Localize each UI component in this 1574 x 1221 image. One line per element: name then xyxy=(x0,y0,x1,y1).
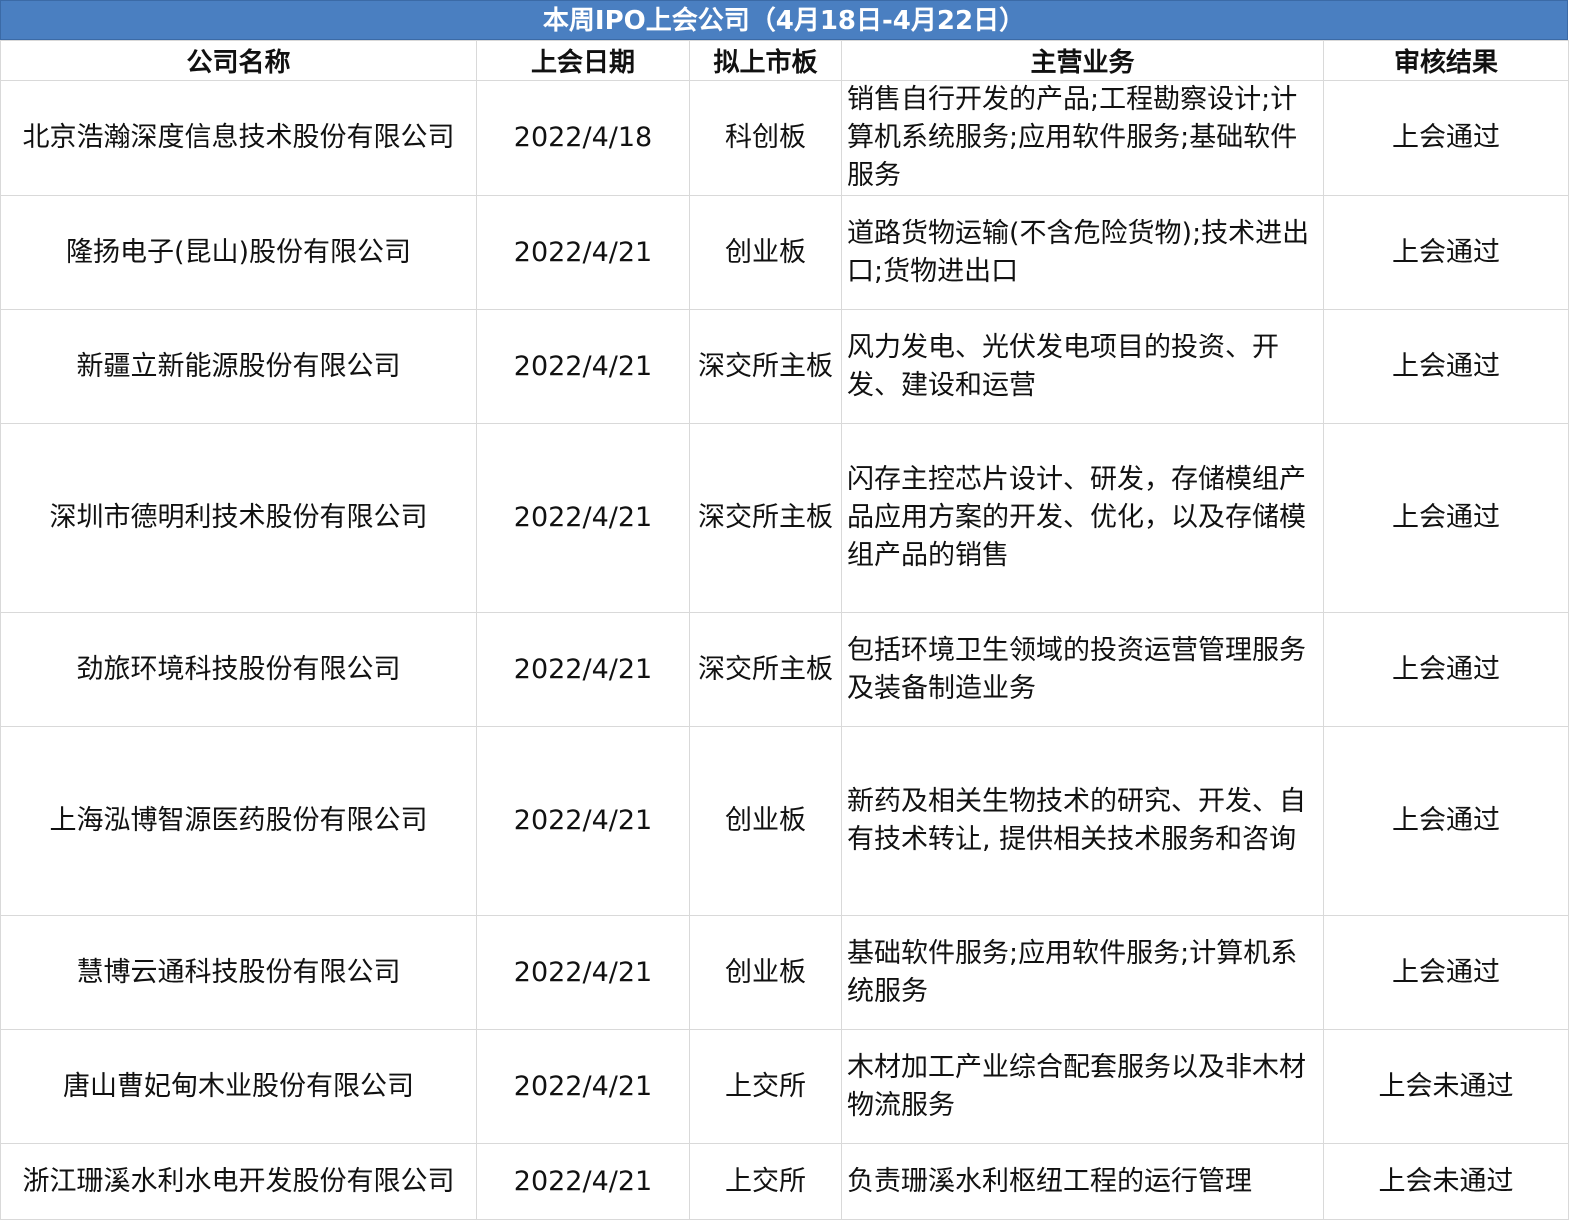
date-cell: 2022/4/21 xyxy=(476,612,690,727)
table-row: 隆扬电子(昆山)股份有限公司 2022/4/21 创业板 道路货物运输(不含危险… xyxy=(0,195,1569,310)
header-result: 审核结果 xyxy=(1323,40,1569,81)
table-title: 本周IPO上会公司（4月18日-4月22日） xyxy=(0,0,1568,40)
company-cell: 北京浩瀚深度信息技术股份有限公司 xyxy=(0,80,477,196)
board-cell: 上交所 xyxy=(689,1143,842,1220)
header-business: 主营业务 xyxy=(841,40,1324,81)
date-cell: 2022/4/18 xyxy=(476,80,690,196)
table-row: 深圳市德明利技术股份有限公司 2022/4/21 深交所主板 闪存主控芯片设计、… xyxy=(0,423,1569,613)
business-cell: 基础软件服务;应用软件服务;计算机系统服务 xyxy=(841,915,1324,1030)
result-cell: 上会通过 xyxy=(1323,195,1569,310)
result-cell: 上会通过 xyxy=(1323,309,1569,424)
result-cell: 上会通过 xyxy=(1323,80,1569,196)
business-cell: 销售自行开发的产品;工程勘察设计;计算机系统服务;应用软件服务;基础软件服务 xyxy=(841,80,1324,196)
date-cell: 2022/4/21 xyxy=(476,309,690,424)
table-row: 劲旅环境科技股份有限公司 2022/4/21 深交所主板 包括环境卫生领域的投资… xyxy=(0,612,1569,727)
business-cell: 木材加工产业综合配套服务以及非木材物流服务 xyxy=(841,1029,1324,1144)
date-cell: 2022/4/21 xyxy=(476,726,690,916)
board-cell: 创业板 xyxy=(689,195,842,310)
company-cell: 隆扬电子(昆山)股份有限公司 xyxy=(0,195,477,310)
table-row: 上海泓博智源医药股份有限公司 2022/4/21 创业板 新药及相关生物技术的研… xyxy=(0,726,1569,916)
business-cell: 风力发电、光伏发电项目的投资、开发、建设和运营 xyxy=(841,309,1324,424)
date-cell: 2022/4/21 xyxy=(476,1029,690,1144)
company-cell: 上海泓博智源医药股份有限公司 xyxy=(0,726,477,916)
business-cell: 道路货物运输(不含危险货物);技术进出口;货物进出口 xyxy=(841,195,1324,310)
company-cell: 新疆立新能源股份有限公司 xyxy=(0,309,477,424)
result-cell: 上会通过 xyxy=(1323,726,1569,916)
result-cell: 上会通过 xyxy=(1323,423,1569,613)
business-cell: 包括环境卫生领域的投资运营管理服务及装备制造业务 xyxy=(841,612,1324,727)
header-board: 拟上市板 xyxy=(689,40,842,81)
company-cell: 慧博云通科技股份有限公司 xyxy=(0,915,477,1030)
company-cell: 浙江珊溪水利水电开发股份有限公司 xyxy=(0,1143,477,1220)
date-cell: 2022/4/21 xyxy=(476,915,690,1030)
company-cell: 深圳市德明利技术股份有限公司 xyxy=(0,423,477,613)
table-row: 唐山曹妃甸木业股份有限公司 2022/4/21 上交所 木材加工产业综合配套服务… xyxy=(0,1029,1569,1144)
date-cell: 2022/4/21 xyxy=(476,423,690,613)
board-cell: 创业板 xyxy=(689,726,842,916)
board-cell: 深交所主板 xyxy=(689,612,842,727)
header-date: 上会日期 xyxy=(476,40,690,81)
result-cell: 上会通过 xyxy=(1323,612,1569,727)
header-company: 公司名称 xyxy=(0,40,477,81)
result-cell: 上会通过 xyxy=(1323,915,1569,1030)
company-cell: 唐山曹妃甸木业股份有限公司 xyxy=(0,1029,477,1144)
result-cell: 上会未通过 xyxy=(1323,1143,1569,1220)
board-cell: 科创板 xyxy=(689,80,842,196)
table-row: 新疆立新能源股份有限公司 2022/4/21 深交所主板 风力发电、光伏发电项目… xyxy=(0,309,1569,424)
business-cell: 新药及相关生物技术的研究、开发、自有技术转让, 提供相关技术服务和咨询 xyxy=(841,726,1324,916)
business-cell: 闪存主控芯片设计、研发，存储模组产品应用方案的开发、优化，以及存储模组产品的销售 xyxy=(841,423,1324,613)
table-row: 慧博云通科技股份有限公司 2022/4/21 创业板 基础软件服务;应用软件服务… xyxy=(0,915,1569,1030)
ipo-table: 公司名称 上会日期 拟上市板 主营业务 审核结果 北京浩瀚深度信息技术股份有限公… xyxy=(0,40,1569,1220)
date-cell: 2022/4/21 xyxy=(476,1143,690,1220)
board-cell: 上交所 xyxy=(689,1029,842,1144)
date-cell: 2022/4/21 xyxy=(476,195,690,310)
board-cell: 深交所主板 xyxy=(689,423,842,613)
board-cell: 创业板 xyxy=(689,915,842,1030)
result-cell: 上会未通过 xyxy=(1323,1029,1569,1144)
header-row: 公司名称 上会日期 拟上市板 主营业务 审核结果 xyxy=(0,40,1569,81)
ipo-table-sheet: 本周IPO上会公司（4月18日-4月22日） 公司名称 上会日期 拟上市板 主营… xyxy=(0,0,1569,1220)
table-row: 浙江珊溪水利水电开发股份有限公司 2022/4/21 上交所 负责珊溪水利枢纽工… xyxy=(0,1143,1569,1220)
board-cell: 深交所主板 xyxy=(689,309,842,424)
business-cell: 负责珊溪水利枢纽工程的运行管理 xyxy=(841,1143,1324,1220)
table-row: 北京浩瀚深度信息技术股份有限公司 2022/4/18 科创板 销售自行开发的产品… xyxy=(0,80,1569,196)
company-cell: 劲旅环境科技股份有限公司 xyxy=(0,612,477,727)
